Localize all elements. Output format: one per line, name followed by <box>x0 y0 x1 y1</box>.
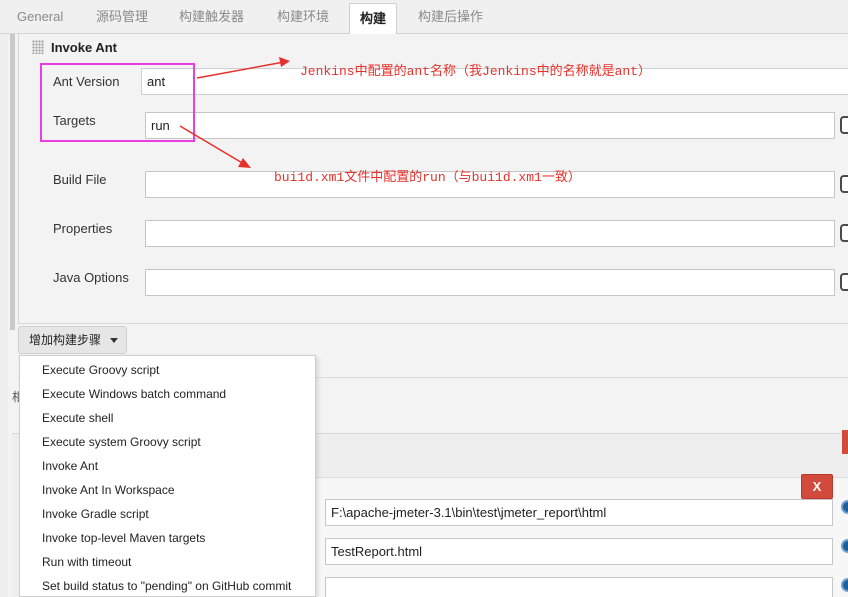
properties-input[interactable] <box>145 220 835 247</box>
tab-build[interactable]: 构建 <box>349 3 398 35</box>
expand-icon[interactable] <box>840 116 848 134</box>
menu-item-invoke-maven[interactable]: Invoke top-level Maven targets <box>42 531 205 545</box>
help-icon[interactable] <box>841 500 848 514</box>
expand-icon[interactable] <box>840 175 848 193</box>
targets-input[interactable]: run <box>145 112 835 139</box>
menu-item-invoke-gradle[interactable]: Invoke Gradle script <box>42 507 149 521</box>
delete-button[interactable]: X <box>801 474 833 499</box>
expand-icon[interactable] <box>840 273 848 291</box>
menu-item-run-with-timeout[interactable]: Run with timeout <box>42 555 131 569</box>
menu-item-github-pending-status[interactable]: Set build status to "pending" on GitHub … <box>42 579 291 593</box>
report-dir-input[interactable]: F:\apache-jmeter-3.1\bin\test\jmeter_rep… <box>325 499 833 526</box>
menu-item-execute-shell[interactable]: Execute shell <box>42 411 113 425</box>
annotation-note: bui1d.xm1文件中配置的run（与bui1d.xm1一致） <box>274 170 581 185</box>
menu-item-invoke-ant[interactable]: Invoke Ant <box>42 459 98 473</box>
caret-down-icon <box>110 338 118 343</box>
tab-bar: General 源码管理 构建触发器 构建环境 构建 构建后操作 <box>0 0 848 35</box>
help-icon[interactable] <box>841 578 848 592</box>
left-rail <box>0 34 8 597</box>
section-title: Invoke Ant <box>51 40 117 55</box>
java-options-input[interactable] <box>145 269 835 296</box>
tab-build-environment[interactable]: 构建环境 <box>277 0 329 34</box>
java-options-label: Java Options <box>53 270 129 285</box>
drag-handle-icon[interactable] <box>32 40 44 54</box>
expand-icon[interactable] <box>840 224 848 242</box>
report-file-input[interactable]: TestReport.html <box>325 538 833 565</box>
tab-post-build[interactable]: 构建后操作 <box>418 0 483 34</box>
menu-item-invoke-ant-workspace[interactable]: Invoke Ant In Workspace <box>42 483 175 497</box>
tab-build-triggers[interactable]: 构建触发器 <box>179 0 244 34</box>
menu-item-execute-windows-batch[interactable]: Execute Windows batch command <box>42 387 226 401</box>
menu-item-execute-groovy[interactable]: Execute Groovy script <box>42 363 159 377</box>
help-icon[interactable] <box>841 539 848 553</box>
tab-source-control[interactable]: 源码管理 <box>96 0 148 34</box>
build-file-label: Build File <box>53 172 107 187</box>
menu-item-execute-system-groovy[interactable]: Execute system Groovy script <box>42 435 201 449</box>
annotation-note: Jenkins中配置的ant名称（我Jenkins中的名称就是ant） <box>300 64 652 79</box>
properties-label: Properties <box>53 221 113 236</box>
tab-general[interactable]: General <box>17 0 63 34</box>
delete-button-edge[interactable] <box>842 430 848 454</box>
report-title-input[interactable] <box>325 577 833 597</box>
section-drag-rail <box>10 34 15 330</box>
highlight-box <box>40 63 195 142</box>
